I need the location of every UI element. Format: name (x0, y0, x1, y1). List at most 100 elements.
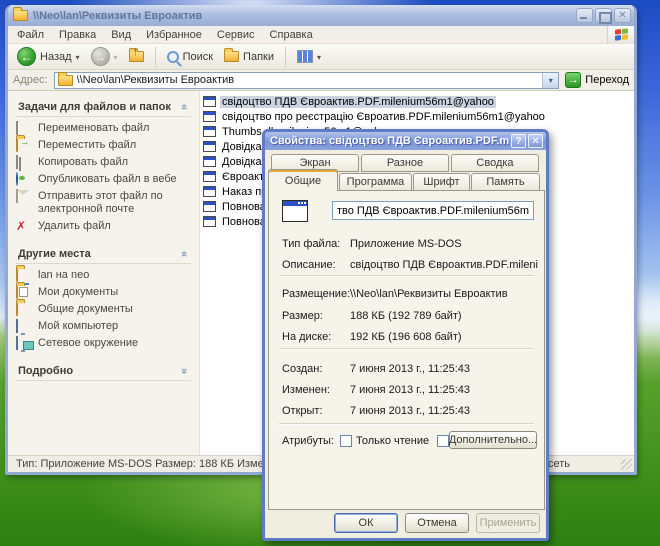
sidebar-item-label: Мои документы (38, 286, 118, 299)
sidebar-item-label: Переместить файл (38, 139, 136, 152)
separator (279, 275, 534, 277)
cancel-button[interactable]: Отмена (405, 513, 469, 533)
menu-file[interactable]: Файл (17, 29, 44, 41)
address-combobox[interactable]: \\Neo\lan\Реквизиты Евроактив (54, 72, 560, 89)
dialog-close-button[interactable]: ✕ (528, 134, 543, 148)
readonly-checkbox-group: Только чтение (340, 435, 429, 447)
tab-font[interactable]: Шрифт (413, 173, 470, 191)
sidebar-item-email-file[interactable]: Отправить этот файл по электронной почте (16, 190, 191, 216)
up-button[interactable] (126, 49, 147, 64)
menu-bar: Файл Правка Вид Избранное Сервис Справка (8, 26, 634, 44)
go-label: Переход (585, 74, 629, 86)
address-dropdown-button[interactable] (542, 73, 558, 88)
publish-web-icon (16, 173, 32, 186)
window-controls (576, 8, 631, 23)
move-file-icon (16, 139, 32, 152)
folders-label: Папки (243, 51, 274, 63)
dialog-title: Свойства: свідоцтво ПДВ Євроактив.PDF.mi… (270, 135, 509, 147)
general-tab-page: Тип файла: Приложение MS-DOS Описание: с… (268, 190, 545, 510)
tab-memory[interactable]: Память (471, 173, 540, 191)
back-icon (17, 47, 36, 66)
search-icon (167, 51, 179, 63)
sidebar-item-shared-documents[interactable]: Общие документы (16, 303, 191, 316)
resize-grip[interactable] (621, 459, 632, 470)
msdos-file-icon (203, 216, 216, 227)
go-button[interactable]: Переход (565, 72, 629, 88)
address-value[interactable]: \\Neo\lan\Реквизиты Евроактив (77, 74, 539, 86)
explorer-titlebar[interactable]: \\Neo\lan\Реквизиты Евроактив (8, 5, 634, 26)
sidebar-item-label: Переименовать файл (38, 122, 149, 135)
tab-misc[interactable]: Разное (361, 154, 449, 172)
sidebar-item-network[interactable]: Сетевое окружение (16, 337, 191, 350)
search-button[interactable]: Поиск (164, 49, 216, 65)
details-section: Подробно (16, 363, 191, 381)
menu-help[interactable]: Справка (270, 29, 313, 41)
menu-favorites[interactable]: Избранное (146, 29, 202, 41)
sidebar-item-rename-file[interactable]: Переименовать файл (16, 122, 191, 135)
views-icon (297, 50, 313, 63)
readonly-label: Только чтение (356, 435, 429, 447)
window-title: \\Neo\lan\Реквизиты Евроактив (33, 10, 576, 22)
file-name: свідоцтво про реєстрацію Євроатив.PDF.mi… (220, 111, 547, 123)
go-arrow-icon (565, 72, 581, 88)
dialog-titlebar[interactable]: Свойства: свідоцтво ПДВ Євроактив.PDF.mi… (265, 132, 546, 150)
delete-icon: ✗ (16, 220, 32, 233)
sidebar-item-publish-file[interactable]: Опубликовать файл в вебе (16, 173, 191, 186)
msdos-file-icon (203, 201, 216, 212)
address-folder-icon (58, 75, 73, 86)
readonly-checkbox[interactable] (340, 435, 352, 447)
msdos-file-icon (203, 156, 216, 167)
sidebar-item-move-file[interactable]: Переместить файл (16, 139, 191, 152)
tab-program[interactable]: Программа (339, 173, 412, 191)
close-button[interactable] (614, 8, 631, 23)
msdos-file-icon (203, 171, 216, 182)
sidebar-item-my-documents[interactable]: Мои документы (16, 286, 191, 299)
menu-view[interactable]: Вид (111, 29, 131, 41)
advanced-button[interactable]: Дополнительно... (449, 431, 537, 449)
file-tasks-header[interactable]: Задачи для файлов и папок (16, 99, 191, 117)
file-row[interactable]: свідоцтво ПДВ Євроактив.PDF.milenium56m1… (203, 94, 634, 109)
chevron-up-icon (181, 102, 187, 112)
help-button[interactable]: ? (511, 134, 526, 148)
field-row: Размер: 188 КБ (192 789 байт) (282, 310, 538, 322)
msdos-file-icon (203, 186, 216, 197)
dialog-actions: ОК Отмена Применить (334, 513, 540, 533)
details-header[interactable]: Подробно (16, 363, 191, 381)
maximize-button[interactable] (595, 8, 612, 23)
toolbar-separator (155, 47, 156, 67)
tab-general[interactable]: Общие (268, 169, 338, 191)
tab-summary[interactable]: Сводка (451, 154, 539, 172)
sidebar-item-label: Общие документы (38, 303, 133, 316)
file-name: свідоцтво ПДВ Євроактив.PDF.milenium56m1… (220, 96, 496, 108)
sidebar-item-copy-file[interactable]: Копировать файл (16, 156, 191, 169)
minimize-button[interactable] (576, 8, 593, 23)
forward-button[interactable] (88, 45, 121, 68)
sidebar-item-lan-on-neo[interactable]: lan на neo (16, 269, 191, 282)
other-places-header[interactable]: Другие места (16, 246, 191, 264)
windows-logo-icon (607, 26, 634, 44)
views-button[interactable] (294, 48, 324, 65)
msdos-file-icon (203, 111, 216, 122)
menu-edit[interactable]: Правка (59, 29, 96, 41)
filename-input[interactable] (332, 201, 534, 220)
field-row: Размещение: \\Neo\lan\Реквизиты Евроакти… (282, 288, 538, 300)
folder-icon (13, 10, 28, 21)
attributes-label: Атрибуты: (282, 435, 340, 447)
sidebar-item-label: Отправить этот файл по электронной почте (38, 190, 191, 216)
field-value: 188 КБ (192 789 байт) (350, 310, 462, 322)
file-row[interactable]: свідоцтво про реєстрацію Євроатив.PDF.mi… (203, 109, 634, 124)
file-tasks-title: Задачи для файлов и папок (18, 101, 171, 113)
hidden-checkbox[interactable] (437, 435, 449, 447)
copy-file-icon (16, 156, 32, 169)
ok-button[interactable]: ОК (334, 513, 398, 533)
back-dropdown-icon[interactable] (76, 51, 80, 63)
field-value: Приложение MS-DOS (350, 238, 462, 250)
back-button[interactable]: Назад (14, 45, 83, 68)
rename-file-icon (16, 122, 32, 135)
field-value: 192 КБ (196 608 байт) (350, 331, 462, 343)
sidebar-item-delete-file[interactable]: ✗ Удалить файл (16, 220, 191, 233)
folders-button[interactable]: Папки (221, 49, 277, 65)
menu-tools[interactable]: Сервис (217, 29, 255, 41)
sidebar-item-my-computer[interactable]: Мой компьютер (16, 320, 191, 333)
apply-button[interactable]: Применить (476, 513, 540, 533)
